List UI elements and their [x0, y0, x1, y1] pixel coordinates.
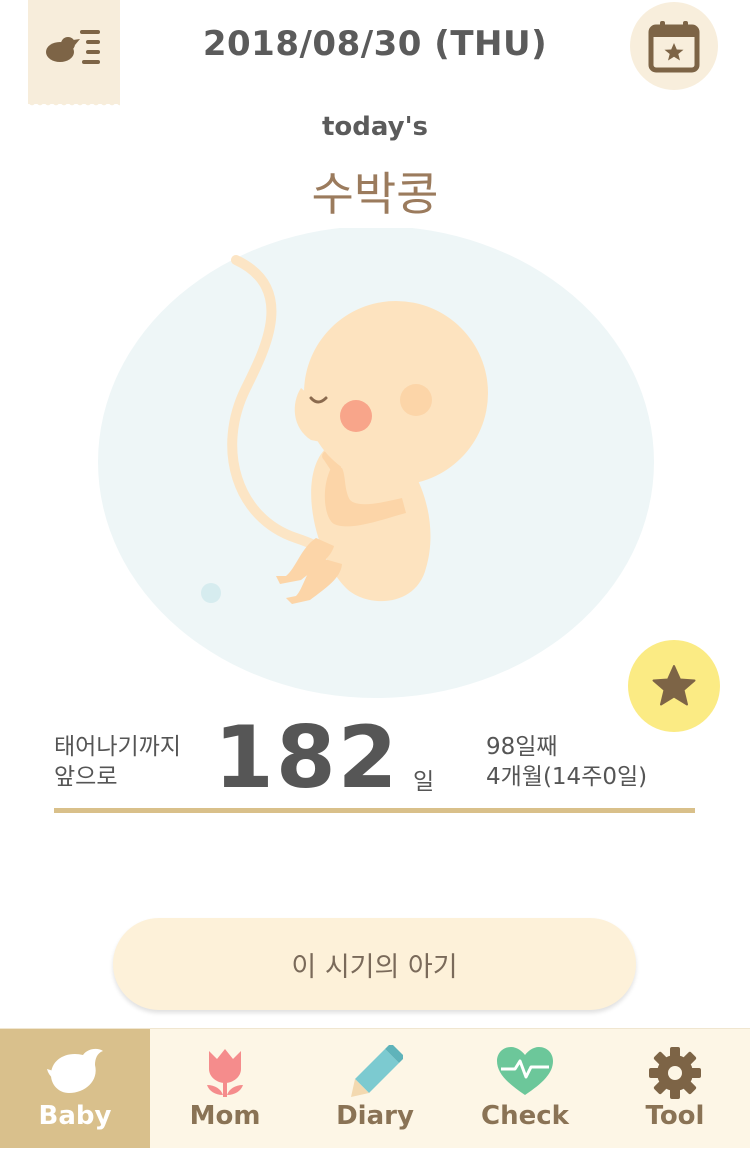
- tab-check[interactable]: Check: [450, 1029, 600, 1149]
- tab-mom[interactable]: Mom: [150, 1029, 300, 1149]
- bottom-strip: [0, 1148, 750, 1165]
- tab-baby-label: Baby: [38, 1101, 112, 1131]
- heart-pulse-icon: [497, 1047, 553, 1095]
- days-unit: 일: [413, 769, 435, 795]
- pregnancy-day-count: 98일째: [486, 734, 558, 760]
- tab-check-label: Check: [481, 1101, 569, 1131]
- fetus-illustration: [96, 226, 654, 698]
- pencil-icon: [351, 1045, 403, 1097]
- divider: [54, 808, 695, 813]
- tab-diary-label: Diary: [336, 1101, 414, 1131]
- tab-tool[interactable]: Tool: [600, 1029, 750, 1149]
- baby-this-period-button[interactable]: 이 시기의 아기: [113, 918, 636, 1010]
- favorite-button[interactable]: [628, 640, 720, 732]
- calendar-button[interactable]: [630, 2, 718, 90]
- tab-baby[interactable]: Baby: [0, 1029, 150, 1149]
- tulip-icon: [207, 1049, 243, 1097]
- todays-label: today's: [321, 112, 429, 142]
- pregnancy-month-week: 4개월(14주0일): [486, 764, 648, 790]
- baby-nickname: 수박콩: [311, 167, 439, 221]
- dday-prefix: 태어나기까지 앞으로: [54, 732, 181, 792]
- tab-mom-label: Mom: [189, 1101, 261, 1131]
- calendar-star-icon: [648, 21, 700, 73]
- star-icon: [652, 665, 696, 706]
- bottom-tab-bar: Baby Mom Diary Check Tool: [0, 1028, 750, 1149]
- tab-diary[interactable]: Diary: [300, 1029, 450, 1149]
- dday-prefix-line2: 앞으로: [54, 764, 118, 790]
- days-until-birth: 182: [214, 708, 400, 808]
- dday-prefix-line1: 태어나기까지: [54, 734, 181, 760]
- pregnancy-progress: 98일째 4개월(14주0일): [486, 732, 647, 792]
- bird-icon: [47, 1048, 103, 1093]
- gear-icon: [649, 1047, 701, 1099]
- tab-tool-label: Tool: [645, 1101, 705, 1131]
